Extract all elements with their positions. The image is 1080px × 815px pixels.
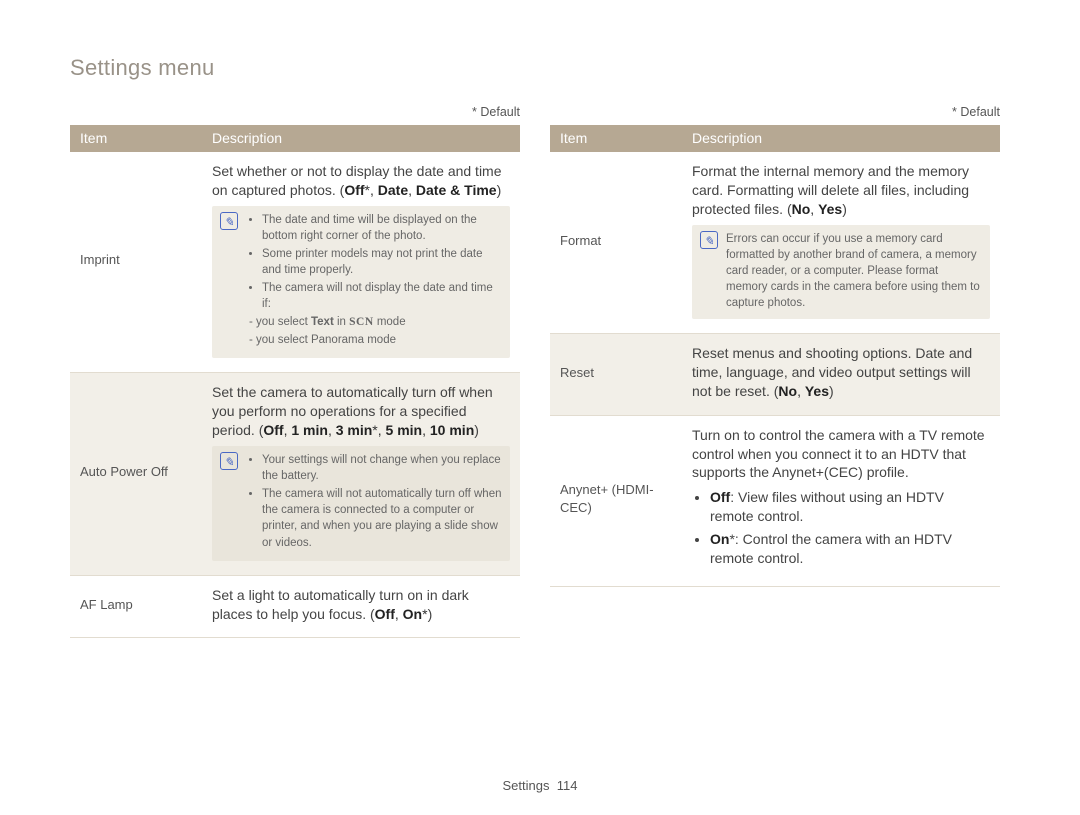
- item-label: Imprint: [70, 152, 202, 373]
- note-icon: ✎: [700, 231, 718, 249]
- item-label: Reset: [550, 334, 682, 416]
- item-desc: Format the internal memory and the memor…: [682, 152, 1000, 334]
- note-box: ✎ The date and time will be displayed on…: [212, 206, 510, 359]
- bullet-item: On*: Control the camera with an HDTV rem…: [710, 530, 990, 568]
- intro-post: ): [829, 383, 834, 399]
- default-marker-right: * Default: [550, 105, 1000, 119]
- note-line: Your settings will not change when you r…: [262, 452, 502, 484]
- bullet-label: Off: [710, 489, 730, 505]
- note-icon: ✎: [220, 212, 238, 230]
- item-desc: Turn on to control the camera with a TV …: [682, 415, 1000, 586]
- options-text: Off, On*: [375, 606, 428, 622]
- note-box: ✎ Your settings will not change when you…: [212, 446, 510, 561]
- note-line: The camera will not automatically turn o…: [262, 486, 502, 550]
- right-column: * Default Item Description Format Format…: [550, 105, 1000, 638]
- settings-table-left: Item Description Imprint Set whether or …: [70, 125, 520, 638]
- intro-post: ): [497, 182, 502, 198]
- bullet-label: On: [710, 531, 729, 547]
- note-box: ✎ Errors can occur if you use a memory c…: [692, 225, 990, 319]
- page-footer: Settings 114: [0, 778, 1080, 793]
- note-body: Errors can occur if you use a memory car…: [726, 231, 982, 311]
- table-row: Imprint Set whether or not to display th…: [70, 152, 520, 373]
- note-line: Some printer models may not print the da…: [262, 246, 502, 278]
- table-row: AF Lamp Set a light to automatically tur…: [70, 575, 520, 638]
- th-item: Item: [550, 125, 682, 152]
- intro-text: Turn on to control the camera with a TV …: [692, 427, 985, 481]
- intro-post: ): [842, 201, 847, 217]
- item-desc: Set whether or not to display the date a…: [202, 152, 520, 373]
- bullet-text: : Control the camera with an HDTV remote…: [710, 531, 952, 566]
- bullet-text: : View files without using an HDTV remot…: [710, 489, 944, 524]
- intro-post: ): [428, 606, 433, 622]
- columns: * Default Item Description Imprint Set w…: [70, 105, 1025, 638]
- options-text: Off, 1 min, 3 min*, 5 min, 10 min: [263, 422, 474, 438]
- th-item: Item: [70, 125, 202, 152]
- item-desc: Set a light to automatically turn on in …: [202, 575, 520, 638]
- th-desc: Description: [202, 125, 520, 152]
- item-desc: Set the camera to automatically turn off…: [202, 373, 520, 575]
- item-label: AF Lamp: [70, 575, 202, 638]
- table-row: Auto Power Off Set the camera to automat…: [70, 373, 520, 575]
- intro-post: ): [474, 422, 479, 438]
- settings-table-right: Item Description Format Format the inter…: [550, 125, 1000, 587]
- note-icon: ✎: [220, 452, 238, 470]
- page-title: Settings menu: [70, 55, 1025, 81]
- options-text: No, Yes: [778, 383, 829, 399]
- note-body: Your settings will not change when you r…: [246, 452, 502, 553]
- note-line: The date and time will be displayed on t…: [262, 212, 502, 244]
- table-row: Anynet+ (HDMI-CEC) Turn on to control th…: [550, 415, 1000, 586]
- options-text: No, Yes: [792, 201, 843, 217]
- note-sub-line: you select Panorama mode: [256, 332, 502, 348]
- item-label: Format: [550, 152, 682, 334]
- note-plain: Errors can occur if you use a memory car…: [726, 233, 980, 309]
- note-line: The camera will not display the date and…: [262, 280, 502, 312]
- bullet-item: Off: View files without using an HDTV re…: [710, 488, 990, 526]
- footer-page: 114: [557, 778, 578, 793]
- footer-section: Settings: [503, 778, 550, 793]
- default-marker-left: * Default: [70, 105, 520, 119]
- item-label: Auto Power Off: [70, 373, 202, 575]
- note-body: The date and time will be displayed on t…: [246, 212, 502, 351]
- item-desc: Reset menus and shooting options. Date a…: [682, 334, 1000, 416]
- th-desc: Description: [682, 125, 1000, 152]
- table-row: Format Format the internal memory and th…: [550, 152, 1000, 334]
- note-sub-line: you select Text in SCN mode: [256, 314, 502, 330]
- item-label: Anynet+ (HDMI-CEC): [550, 415, 682, 586]
- left-column: * Default Item Description Imprint Set w…: [70, 105, 520, 638]
- options-text: Off*, Date, Date & Time: [344, 182, 496, 198]
- table-row: Reset Reset menus and shooting options. …: [550, 334, 1000, 416]
